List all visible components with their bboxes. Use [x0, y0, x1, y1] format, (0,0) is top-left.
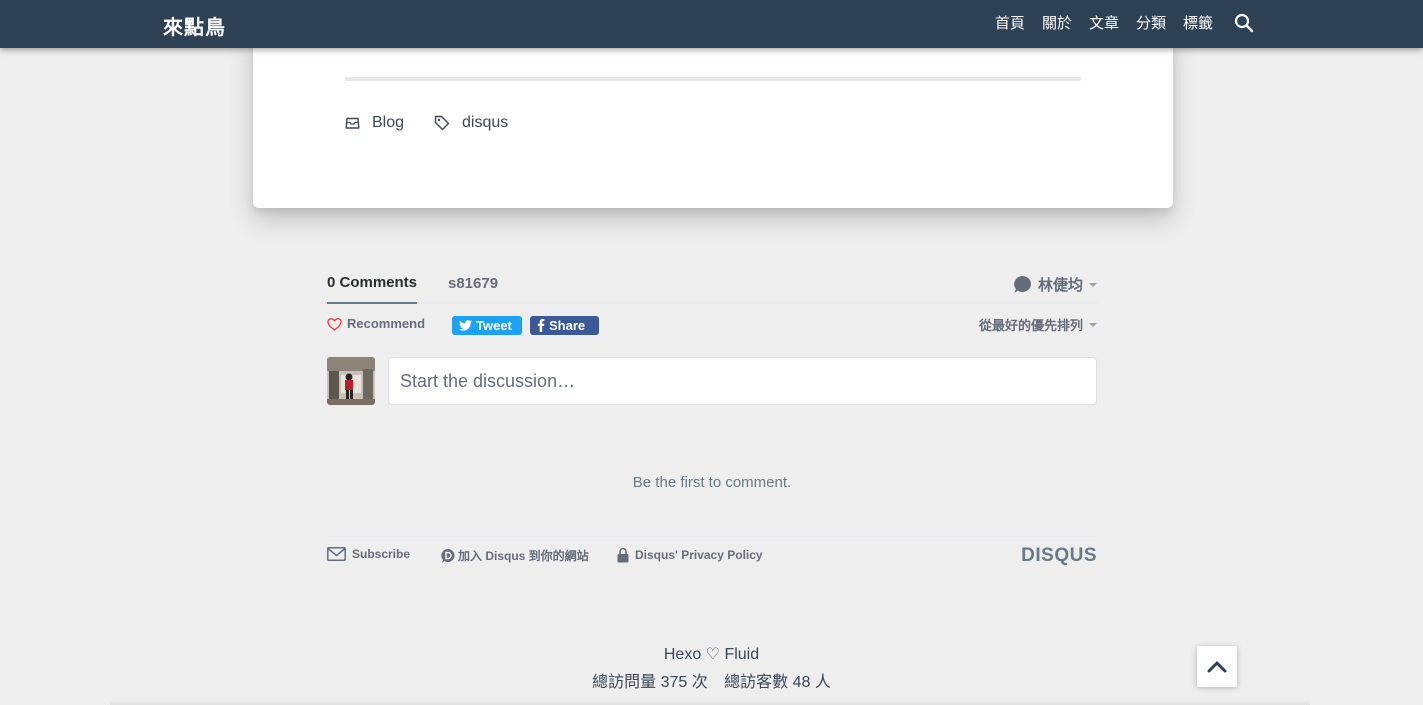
tab-community[interactable]: s81679: [448, 275, 498, 292]
empty-thread-message: Be the first to comment.: [632, 474, 792, 491]
subscribe-link[interactable]: Subscribe: [327, 547, 410, 561]
lock-icon: [617, 547, 629, 563]
total-visits: 總訪問量 375 次: [592, 674, 708, 691]
nav-item-about[interactable]: 關於: [1042, 12, 1072, 33]
reply-input[interactable]: Start the discussion…: [388, 357, 1097, 405]
disqus-tabs: 0 Comments s81679 林倢均: [327, 262, 1097, 304]
tab-comments[interactable]: 0 Comments: [327, 274, 418, 304]
facebook-icon: [537, 319, 545, 332]
navbar: 來點鳥 首頁 關於 文章 分類 標籤: [0, 0, 1423, 48]
folder-icon: [345, 117, 360, 129]
recommend-label: Recommend: [347, 316, 426, 331]
search-icon[interactable]: [1234, 13, 1254, 33]
post-tag-label: disqus: [462, 114, 509, 131]
nav-item-tags[interactable]: 標籤: [1183, 12, 1213, 33]
user-menu[interactable]: 林倢均: [1013, 274, 1097, 295]
disqus-thread: 0 Comments s81679 林倢均 Recommend Tweet Sh…: [327, 262, 1097, 566]
post-category[interactable]: Blog: [345, 114, 404, 132]
nav-menu: 首頁 關於 文章 分類 標籤: [995, 12, 1213, 33]
chevron-down-icon: [1089, 282, 1097, 287]
sort-label: 從最好的優先排列: [978, 318, 1083, 333]
divider: [345, 77, 1081, 81]
add-disqus-link[interactable]: 加入 Disqus 到你的網站: [441, 547, 589, 564]
heart-icon: [327, 317, 342, 331]
nav-item-categories[interactable]: 分類: [1136, 12, 1166, 33]
twitter-icon: [459, 320, 472, 331]
post-meta: Blog disqus: [345, 114, 508, 132]
recommend-button[interactable]: Recommend: [327, 316, 425, 331]
user-name: 林倢均: [1037, 277, 1083, 294]
post-category-label: Blog: [372, 114, 405, 131]
notification-bubble-icon: [1014, 276, 1031, 293]
avatar[interactable]: [327, 357, 375, 405]
total-visitors: 總訪客數 48 人: [724, 674, 831, 691]
tag-icon: [434, 115, 450, 131]
add-disqus-label: 加入 Disqus 到你的網站: [458, 549, 589, 563]
chevron-up-icon: [1207, 661, 1227, 672]
tweet-label: Tweet: [476, 318, 512, 333]
share-label: Share: [549, 318, 586, 333]
page-shadow: [110, 700, 1310, 705]
privacy-policy-link[interactable]: Disqus' Privacy Policy: [617, 547, 763, 563]
nav-item-archives[interactable]: 文章: [1089, 12, 1119, 33]
disqus-d-icon: [441, 548, 455, 563]
post-card: Blog disqus: [253, 30, 1173, 208]
post-tag[interactable]: disqus: [434, 114, 508, 132]
facebook-share-button[interactable]: Share: [530, 316, 599, 335]
sort-dropdown[interactable]: 從最好的優先排列: [979, 315, 1097, 334]
envelope-icon: [327, 547, 346, 561]
privacy-label: Disqus' Privacy Policy: [635, 548, 763, 562]
nav-item-home[interactable]: 首頁: [995, 12, 1025, 33]
scroll-to-top-button[interactable]: [1197, 646, 1237, 687]
subscribe-label: Subscribe: [352, 547, 411, 561]
site-brand[interactable]: 來點鳥: [163, 11, 226, 40]
disqus-logo[interactable]: DISQUS: [1021, 545, 1097, 567]
chevron-down-icon: [1089, 322, 1097, 327]
avatar-image: [327, 357, 375, 405]
disqus-footer: Subscribe 加入 Disqus 到你的網站 Disqus' Privac…: [327, 536, 1097, 572]
tweet-button[interactable]: Tweet: [452, 316, 522, 335]
disqus-actions: Recommend Tweet Share 從最好的優先排列: [327, 315, 1097, 349]
